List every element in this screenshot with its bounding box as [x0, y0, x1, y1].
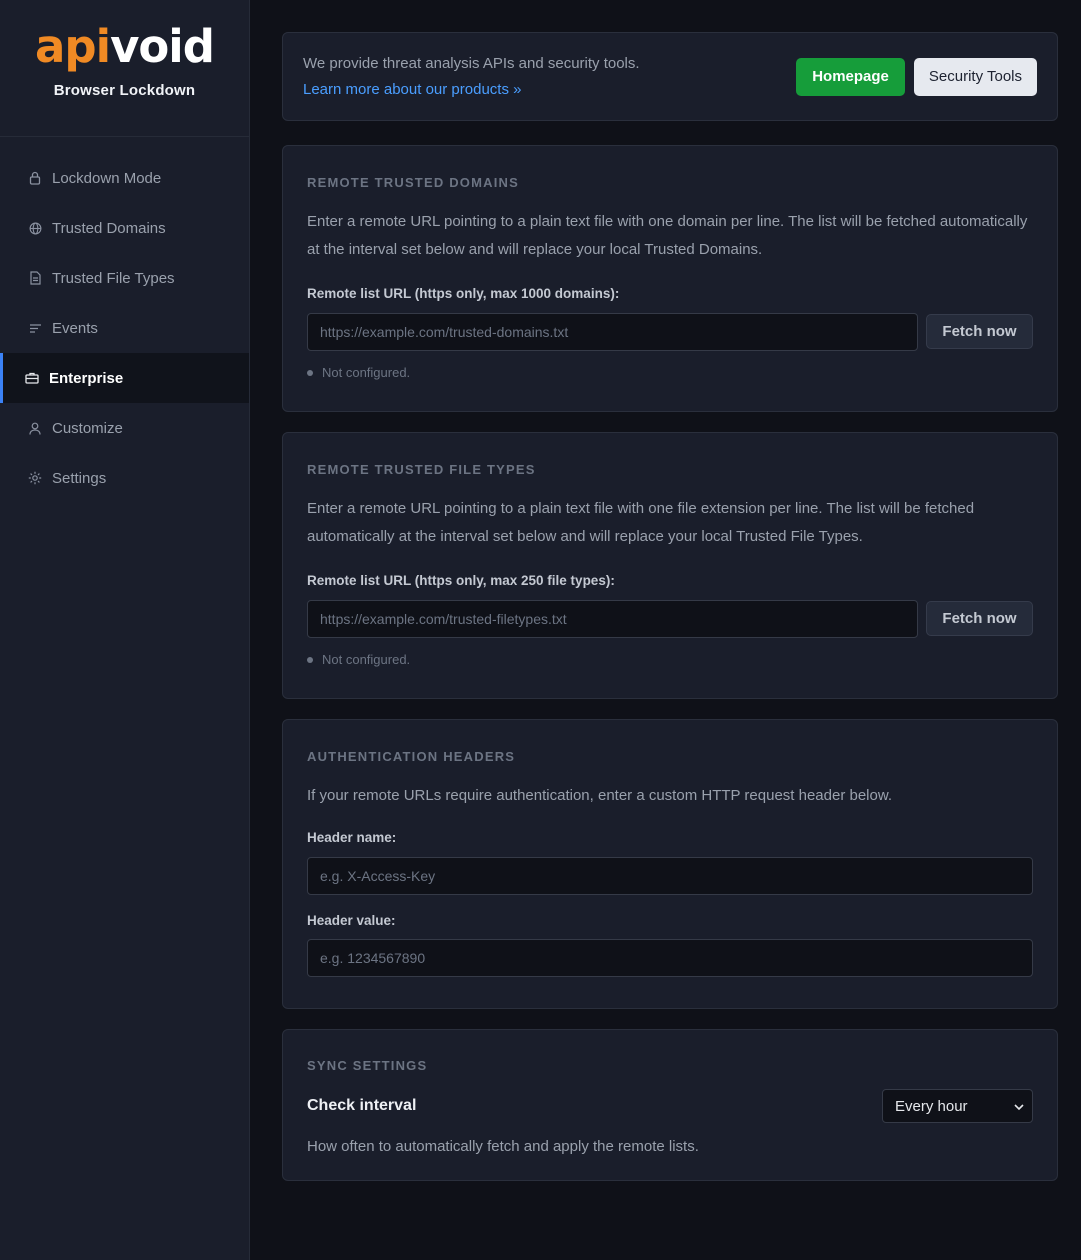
- fetch-domains-button[interactable]: Fetch now: [926, 314, 1033, 349]
- app-title: Browser Lockdown: [53, 82, 196, 99]
- section-description: Enter a remote URL pointing to a plain t…: [307, 213, 1028, 258]
- list-icon: [28, 321, 42, 335]
- sidebar-item-trusted-file-types[interactable]: Trusted File Types: [0, 253, 249, 303]
- remote-filetypes-url-input[interactable]: https://example.com/trusted-filetypes.tx…: [307, 600, 918, 638]
- header-name-label: Header name:: [307, 830, 397, 845]
- homepage-button[interactable]: Homepage: [796, 57, 905, 96]
- sidebar-item-customize[interactable]: Customize: [0, 403, 249, 453]
- sidebar-item-label: Events: [52, 319, 98, 337]
- status-text: Not configured.: [322, 652, 411, 667]
- status-dot: [307, 369, 313, 376]
- remote-domains-url-label: Remote list URL (https only, max 1000 do…: [307, 286, 620, 301]
- sidebar: apivoid Browser Lockdown Lockdown Mode T…: [0, 0, 250, 1260]
- banner-text: We provide threat analysis APIs and secu…: [303, 55, 640, 98]
- authentication-headers-card: AUTHENTICATION HEADERS If your remote UR…: [282, 719, 1058, 1009]
- remote-domains-url-input[interactable]: https://example.com/trusted-domains.txt: [307, 313, 918, 351]
- banner-buttons: Homepage Security Tools: [796, 57, 1037, 96]
- remote-filetypes-status: Not configured.: [307, 652, 1033, 694]
- header-name-row: e.g. X-Access-Key: [307, 857, 1033, 895]
- sidebar-item-trusted-domains[interactable]: Trusted Domains: [0, 203, 249, 253]
- header-value-input[interactable]: e.g. 1234567890: [307, 939, 1033, 977]
- remote-trusted-file-types-card: REMOTE TRUSTED FILE TYPES Enter a remote…: [282, 432, 1058, 699]
- sidebar-item-lockdown-mode[interactable]: Lockdown Mode: [0, 153, 249, 203]
- section-title: SYNC SETTINGS: [307, 1058, 428, 1073]
- section-title: AUTHENTICATION HEADERS: [307, 749, 516, 764]
- section-title: REMOTE TRUSTED DOMAINS: [307, 175, 520, 190]
- section-title: REMOTE TRUSTED FILE TYPES: [307, 462, 536, 477]
- sync-settings-card: SYNC SETTINGS Check interval Every hour …: [282, 1029, 1058, 1181]
- sidebar-item-settings[interactable]: Settings: [0, 453, 249, 503]
- check-interval-label: Check interval: [307, 1097, 417, 1114]
- sidebar-item-label: Lockdown Mode: [52, 169, 162, 187]
- apivoid-logo: apivoid: [35, 20, 215, 73]
- sidebar-item-events[interactable]: Events: [0, 303, 249, 353]
- remote-domains-status: Not configured.: [307, 365, 1033, 407]
- remote-trusted-domains-card: REMOTE TRUSTED DOMAINS Enter a remote UR…: [282, 145, 1058, 412]
- logo-text-api: api: [35, 20, 111, 73]
- section-description: Enter a remote URL pointing to a plain t…: [307, 500, 975, 545]
- main-content: We provide threat analysis APIs and secu…: [282, 32, 1058, 1181]
- brand-header: apivoid Browser Lockdown: [0, 0, 249, 137]
- chevron-down-icon: [1014, 1098, 1024, 1115]
- status-text: Not configured.: [322, 365, 411, 380]
- check-interval-row: Check interval Every hour: [307, 1089, 1033, 1123]
- learn-more-link[interactable]: Learn more about our products »: [303, 81, 640, 98]
- check-interval-select[interactable]: Every hour: [882, 1089, 1033, 1123]
- remote-filetypes-input-row: https://example.com/trusted-filetypes.tx…: [307, 600, 1033, 638]
- logo-text-void: void: [110, 20, 215, 73]
- sidebar-item-label: Settings: [52, 469, 107, 487]
- remote-domains-input-row: https://example.com/trusted-domains.txt …: [307, 313, 1033, 351]
- banner-message: We provide threat analysis APIs and secu…: [303, 55, 640, 72]
- promo-banner: We provide threat analysis APIs and secu…: [282, 32, 1058, 121]
- section-description: If your remote URLs require authenticati…: [307, 787, 893, 804]
- globe-icon: [28, 221, 42, 235]
- sidebar-item-enterprise[interactable]: Enterprise: [0, 353, 249, 403]
- sidebar-nav: Lockdown Mode Trusted Domains Trusted Fi…: [0, 137, 249, 503]
- check-interval-description: How often to automatically fetch and app…: [307, 1138, 699, 1155]
- fetch-filetypes-button[interactable]: Fetch now: [926, 601, 1033, 636]
- remote-filetypes-url-label: Remote list URL (https only, max 250 fil…: [307, 573, 615, 588]
- select-value: Every hour: [895, 1097, 968, 1115]
- briefcase-icon: [25, 371, 39, 385]
- sidebar-item-label: Customize: [52, 419, 123, 437]
- lock-icon: [28, 171, 42, 185]
- file-icon: [28, 271, 42, 285]
- header-value-row: e.g. 1234567890: [307, 939, 1033, 977]
- security-tools-button[interactable]: Security Tools: [913, 57, 1037, 96]
- header-value-label: Header value:: [307, 913, 396, 928]
- sidebar-item-label: Trusted Domains: [52, 219, 166, 237]
- user-icon: [28, 421, 42, 435]
- sidebar-item-label: Enterprise: [49, 369, 124, 387]
- status-dot: [307, 656, 313, 663]
- sidebar-item-label: Trusted File Types: [52, 269, 175, 287]
- header-name-input[interactable]: e.g. X-Access-Key: [307, 857, 1033, 895]
- gear-icon: [28, 471, 42, 485]
